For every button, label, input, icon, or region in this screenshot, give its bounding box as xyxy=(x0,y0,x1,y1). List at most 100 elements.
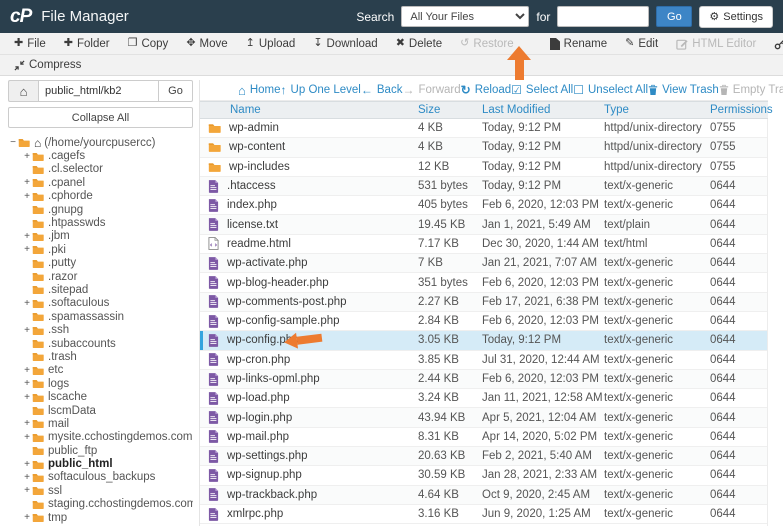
table-row-wp-signup-php[interactable]: wp-signup.php 30.59 KB Jan 28, 2021, 2:33 … xyxy=(200,466,767,486)
nav-select-all-button[interactable]: ☑ Select All xyxy=(511,84,573,96)
tree-toggle-icon[interactable]: + xyxy=(22,512,32,523)
column-header-last-modified[interactable]: Last Modified xyxy=(482,104,604,116)
toolbar-folder-button[interactable]: ✚ Folder xyxy=(64,38,110,50)
tree-item-pki[interactable]: + .pki xyxy=(8,243,193,256)
table-row-wp-cron-php[interactable]: wp-cron.php 3.85 KB Jul 31, 2020, 12:44 AM… xyxy=(200,351,767,370)
table-row-wp-links-opml-php[interactable]: wp-links-opml.php 2.44 KB Feb 6, 2020, 12:… xyxy=(200,369,767,390)
tree-toggle-icon[interactable]: + xyxy=(22,191,32,202)
tree-toggle-icon[interactable]: + xyxy=(22,325,32,336)
toolbar-rename-button[interactable]: Rename xyxy=(549,37,607,50)
tree-item-ssh[interactable]: + .ssh xyxy=(8,323,193,336)
nav-up-one-level-button[interactable]: ↑ Up One Level xyxy=(281,84,361,96)
tree-item-spamassassin[interactable]: .spamassassin xyxy=(8,310,193,323)
path-go-button[interactable]: Go xyxy=(159,80,193,102)
search-go-button[interactable]: Go xyxy=(656,6,693,27)
search-input[interactable] xyxy=(557,6,650,27)
path-input[interactable] xyxy=(38,80,159,102)
tree-toggle-icon[interactable]: + xyxy=(22,177,32,188)
tree-item-ssl[interactable]: + ssl xyxy=(8,484,193,497)
table-row-wp-includes[interactable]: wp-includes 12 KB Today, 9:12 PM httpd/unix… xyxy=(200,158,767,177)
nav-label: Forward xyxy=(418,84,461,96)
table-row-htaccess[interactable]: .htaccess 531 bytes Today, 9:12 PM text/x-g… xyxy=(200,176,767,197)
nav-unselect-all-button[interactable]: ☐ Unselect All xyxy=(573,84,648,96)
tree-item-public-ftp[interactable]: public_ftp xyxy=(8,444,193,457)
table-row-wp-activate-php[interactable]: wp-activate.php 7 KB Jan 21, 2021, 7:07 AM… xyxy=(200,254,767,274)
table-row-license-txt[interactable]: license.txt 19.45 KB Jan 1, 2021, 5:49 AM t… xyxy=(200,215,767,235)
table-row-wp-trackback-php[interactable]: wp-trackback.php 4.64 KB Oct 9, 2020, 2:45… xyxy=(200,485,767,505)
tree-toggle-icon[interactable]: + xyxy=(22,459,32,470)
tree-item-subaccounts[interactable]: .subaccounts xyxy=(8,337,193,350)
nav-back-button[interactable]: ← Back xyxy=(361,84,403,96)
column-header-size[interactable]: Size xyxy=(418,104,482,116)
tree-item-staging-cchostingdemos-com[interactable]: staging.cchostingdemos.com xyxy=(8,498,193,511)
tree-item-sitepad[interactable]: .sitepad xyxy=(8,283,193,296)
toolbar-compress-button[interactable]: Compress xyxy=(14,59,81,71)
tree-item-htpasswds[interactable]: .htpasswds xyxy=(8,216,193,229)
nav-reload-button[interactable]: ↻ Reload xyxy=(461,84,512,96)
toolbar-copy-button[interactable]: ❐ Copy xyxy=(128,38,169,50)
tree-item-cl-selector[interactable]: .cl.selector xyxy=(8,163,193,176)
tree-toggle-icon[interactable]: + xyxy=(22,151,32,162)
tree-item-etc[interactable]: + etc xyxy=(8,364,193,377)
column-header-name[interactable]: Name xyxy=(200,104,418,116)
tree-item-mysite-cchostingdemos-com[interactable]: + mysite.cchostingdemos.com xyxy=(8,431,193,444)
toolbar-file-button[interactable]: ✚ File xyxy=(14,38,46,50)
tree-toggle-icon[interactable]: + xyxy=(22,392,32,403)
tree-toggle-icon[interactable]: − xyxy=(8,137,18,148)
column-header-type[interactable]: Type xyxy=(604,104,710,116)
tree-item-razor[interactable]: .razor xyxy=(8,270,193,283)
tree-toggle-icon[interactable]: + xyxy=(22,378,32,389)
tree-toggle-icon[interactable]: + xyxy=(22,485,32,496)
collapse-all-button[interactable]: Collapse All xyxy=(8,107,193,128)
toolbar-permissions-button[interactable]: Permissions xyxy=(774,38,783,50)
table-row-readme-html[interactable]: readme.html 7.17 KB Dec 30, 2020, 1:44 AM t… xyxy=(200,235,767,255)
tree-item-cpanel[interactable]: + .cpanel xyxy=(8,176,193,189)
tree-toggle-icon[interactable]: + xyxy=(22,298,32,309)
nav-home-button[interactable]: ⌂ Home xyxy=(238,84,281,97)
tree-toggle-icon[interactable]: + xyxy=(22,231,32,242)
tree-item-lscache[interactable]: + lscache xyxy=(8,390,193,403)
tree-item-softaculous[interactable]: + .softaculous xyxy=(8,297,193,310)
tree-item-lscmdata[interactable]: lscmData xyxy=(8,404,193,417)
tree-item-softaculous-backups[interactable]: + softaculous_backups xyxy=(8,471,193,484)
tree-item-logs[interactable]: + logs xyxy=(8,377,193,390)
table-row-wp-config-sample-php[interactable]: wp-config-sample.php 2.84 KB Feb 6, 2020, … xyxy=(200,312,767,332)
tree-item-tmp[interactable]: + tmp xyxy=(8,511,193,524)
tree-toggle-icon[interactable]: + xyxy=(22,472,32,483)
table-row-wp-mail-php[interactable]: wp-mail.php 8.31 KB Apr 14, 2020, 5:02 PM t… xyxy=(200,428,767,448)
table-row-wp-blog-header-php[interactable]: wp-blog-header.php 351 bytes Feb 6, 2020, … xyxy=(200,273,767,293)
table-row-wp-login-php[interactable]: wp-login.php 43.94 KB Apr 5, 2021, 12:04 A… xyxy=(200,408,767,428)
nav-view-trash-button[interactable]: View Trash xyxy=(648,84,719,96)
tree-toggle-icon[interactable]: + xyxy=(22,432,32,443)
search-scope-select[interactable]: All Your Files xyxy=(401,6,530,27)
tree-item-jbm[interactable]: + .jbm xyxy=(8,230,193,243)
tree-item-public-html[interactable]: + public_html xyxy=(8,457,193,470)
settings-button[interactable]: ⚙ Settings xyxy=(699,5,773,28)
toolbar-upload-button[interactable]: ↥ Upload xyxy=(246,38,296,50)
tree-toggle-icon[interactable]: + xyxy=(22,244,32,255)
tree-item-cphorde[interactable]: + .cphorde xyxy=(8,190,193,203)
tree-item-putty[interactable]: .putty xyxy=(8,257,193,270)
tree-item-home-yourcpusercc[interactable]: − ⌂ (/home/yourcpusercc) xyxy=(8,136,193,149)
table-row-wp-comments-post-php[interactable]: wp-comments-post.php 2.27 KB Feb 17, 2021,… xyxy=(200,292,767,312)
table-row-wp-settings-php[interactable]: wp-settings.php 20.63 KB Feb 2, 2021, 5:40… xyxy=(200,447,767,467)
toolbar-delete-button[interactable]: ✖ Delete xyxy=(396,38,442,50)
table-row-wp-load-php[interactable]: wp-load.php 3.24 KB Jan 11, 2021, 12:58 AM… xyxy=(200,389,767,409)
table-row-xmlrpc-php[interactable]: xmlrpc.php 3.16 KB Jun 9, 2020, 1:25 AM tex… xyxy=(200,505,767,525)
tree-item-cagefs[interactable]: + .cagefs xyxy=(8,149,193,162)
tree-item-trash[interactable]: .trash xyxy=(8,350,193,363)
toolbar-download-button[interactable]: ↧ Download xyxy=(313,38,377,50)
table-row-index-php[interactable]: index.php 405 bytes Feb 6, 2020, 12:03 PM t… xyxy=(200,196,767,216)
tree-item-mail[interactable]: + mail xyxy=(8,417,193,430)
file-size: 7.17 KB xyxy=(418,237,459,250)
table-row-wp-config-php[interactable]: wp-config.php 3.05 KB Today, 9:12 PM text/x… xyxy=(200,331,767,351)
tree-toggle-icon[interactable]: + xyxy=(22,418,32,429)
home-path-button[interactable]: ⌂ xyxy=(8,80,38,102)
toolbar-move-button[interactable]: ✥ Move xyxy=(186,38,227,50)
tree-item-gnupg[interactable]: .gnupg xyxy=(8,203,193,216)
table-row-wp-admin[interactable]: wp-admin 4 KB Today, 9:12 PM httpd/unix-dir… xyxy=(200,119,767,139)
table-row-wp-content[interactable]: wp-content 4 KB Today, 9:12 PM httpd/unix-d… xyxy=(200,138,767,158)
tree-toggle-icon[interactable]: + xyxy=(22,365,32,376)
column-header-permissions[interactable]: Permissions xyxy=(710,104,773,116)
toolbar-edit-button[interactable]: ✎ Edit xyxy=(625,38,658,50)
